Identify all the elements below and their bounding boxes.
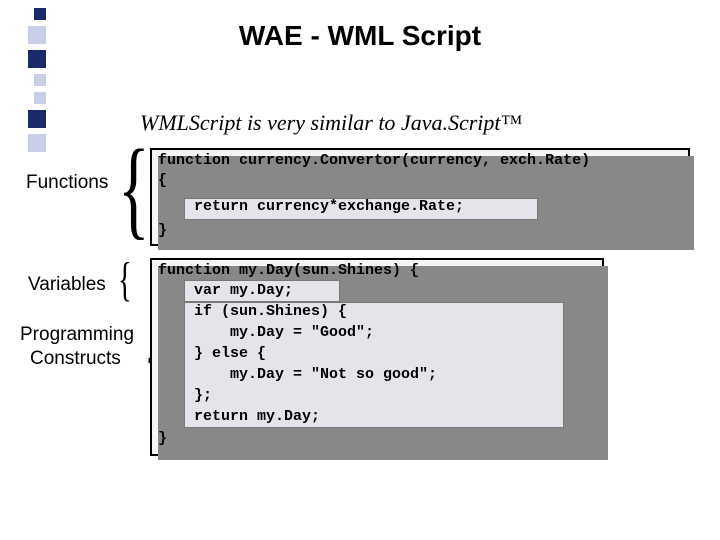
label-functions: Functions (26, 172, 108, 194)
code-line: function currency.Convertor(currency, ex… (158, 152, 590, 169)
code-line: my.Day = "Good"; (158, 324, 374, 341)
brace-icon: { (118, 258, 132, 302)
label-constructs: Constructs (30, 348, 121, 370)
label-programming: Programming (20, 324, 134, 346)
code-line: function my.Day(sun.Shines) { (158, 262, 419, 279)
code-line: my.Day = "Not so good"; (158, 366, 437, 383)
code-line: { (158, 172, 167, 189)
code-line: } (158, 222, 167, 239)
brace-icon: { (118, 148, 150, 228)
code-line: return my.Day; (158, 408, 320, 425)
code-line: if (sun.Shines) { (158, 303, 347, 320)
subtitle: WMLScript is very similar to Java.Script… (140, 110, 522, 136)
page-title: WAE - WML Script (0, 20, 720, 52)
code-line: return currency*exchange.Rate; (158, 198, 464, 215)
decorative-sidebar (0, 0, 60, 540)
code-line: } (158, 430, 167, 447)
code-line: var my.Day; (158, 282, 293, 299)
code-line: }; (158, 387, 212, 404)
code-line: } else { (158, 345, 266, 362)
label-variables: Variables (28, 274, 106, 296)
